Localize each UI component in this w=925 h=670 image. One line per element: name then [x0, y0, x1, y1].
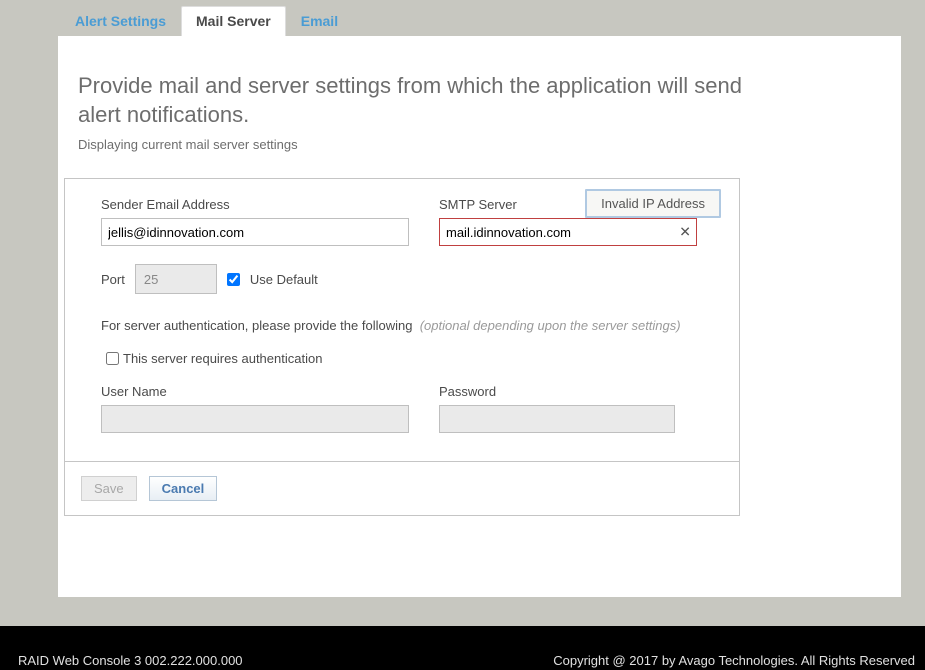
- sender-email-label: Sender Email Address: [101, 197, 409, 212]
- username-label: User Name: [101, 384, 409, 399]
- footer-bar: RAID Web Console 3 002.222.000.000 Copyr…: [0, 626, 925, 670]
- content-panel: Provide mail and server settings from wh…: [58, 36, 901, 601]
- tab-alert-settings[interactable]: Alert Settings: [60, 6, 181, 36]
- smtp-server-input[interactable]: [439, 218, 697, 246]
- sender-email-input[interactable]: [101, 218, 409, 246]
- validation-tooltip: Invalid IP Address: [585, 189, 721, 218]
- requires-auth-checkbox[interactable]: [106, 352, 119, 365]
- background-gap: [0, 597, 925, 626]
- requires-auth-label: This server requires authentication: [123, 351, 322, 366]
- footer-version: RAID Web Console 3 002.222.000.000: [18, 653, 243, 668]
- port-label: Port: [101, 272, 125, 287]
- use-default-checkbox[interactable]: [227, 273, 240, 286]
- mail-server-form: Invalid IP Address Sender Email Address …: [64, 178, 740, 516]
- cancel-button[interactable]: Cancel: [149, 476, 218, 501]
- use-default-label: Use Default: [250, 272, 318, 287]
- tab-mail-server[interactable]: Mail Server: [181, 6, 286, 36]
- tab-email[interactable]: Email: [286, 6, 353, 36]
- auth-instruction: For server authentication, please provid…: [101, 318, 713, 333]
- page-title: Provide mail and server settings from wh…: [78, 72, 758, 129]
- footer-copyright: Copyright @ 2017 by Avago Technologies. …: [553, 653, 915, 668]
- page-subtitle: Displaying current mail server settings: [78, 137, 881, 152]
- port-input: [135, 264, 217, 294]
- password-label: Password: [439, 384, 675, 399]
- clear-input-icon[interactable]: ✕: [679, 224, 691, 241]
- save-button[interactable]: Save: [81, 476, 137, 501]
- tab-bar: Alert Settings Mail Server Email: [0, 0, 925, 36]
- username-input[interactable]: [101, 405, 409, 433]
- password-input[interactable]: [439, 405, 675, 433]
